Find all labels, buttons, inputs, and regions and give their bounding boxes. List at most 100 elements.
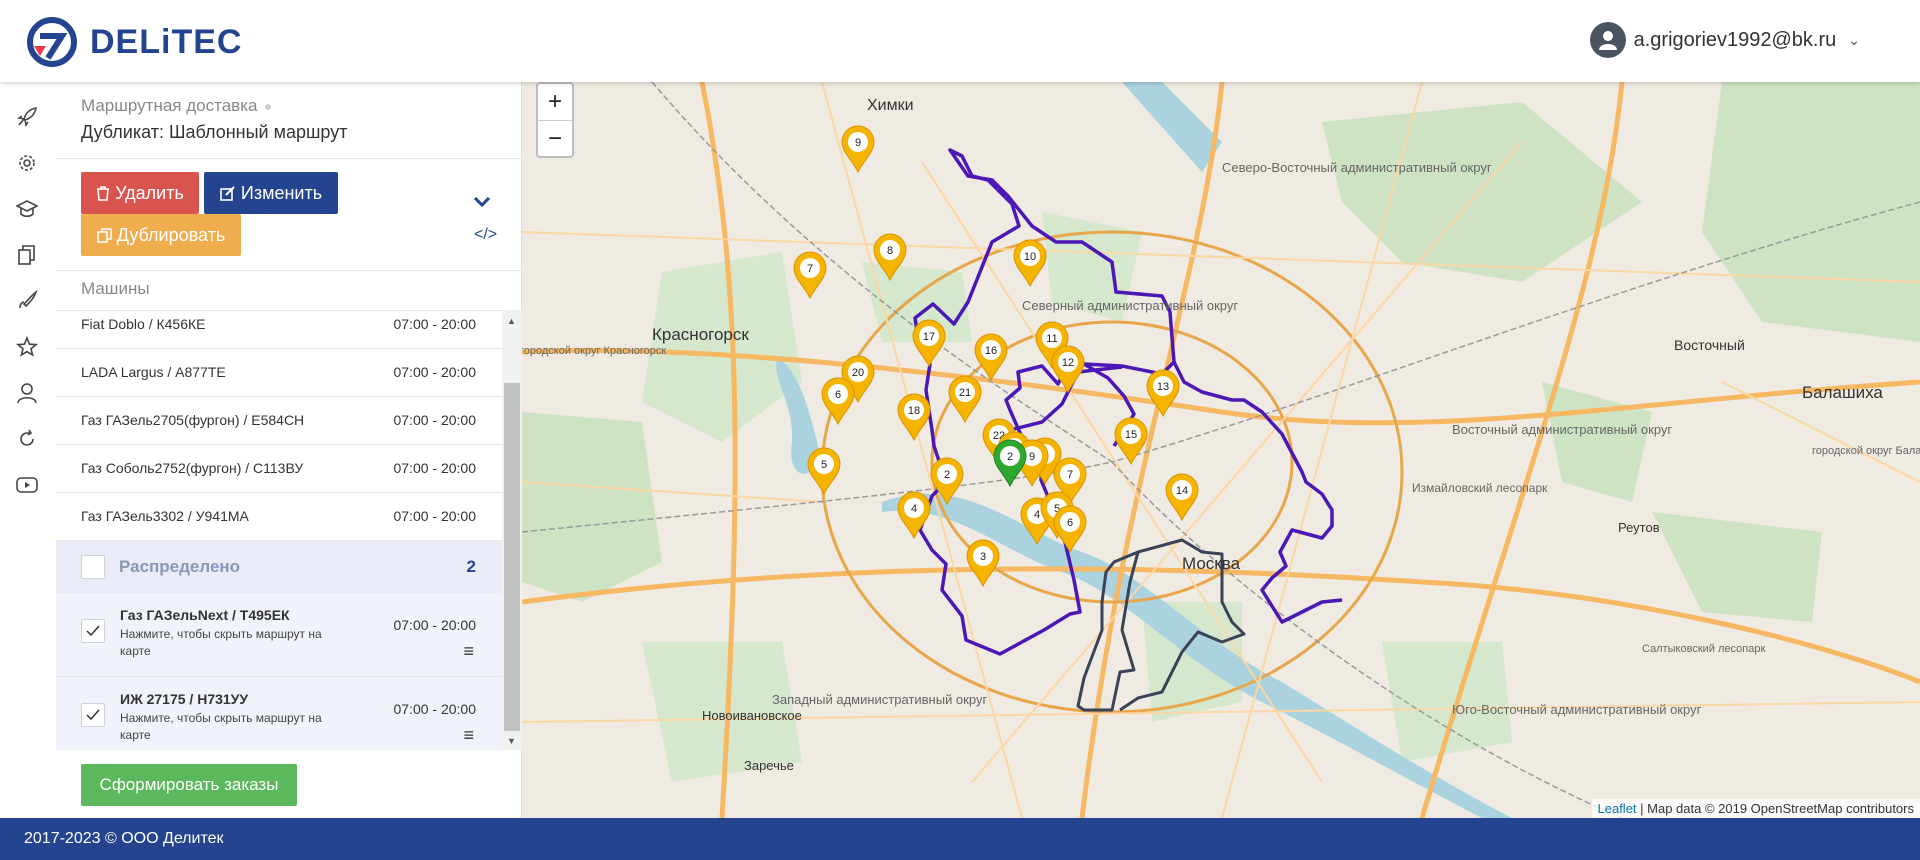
assigned-vehicle-row[interactable]: ИЖ 27175 / Н731УУ Нажмите, чтобы скрыть … — [56, 677, 502, 750]
group-checkbox[interactable] — [81, 555, 105, 579]
user-support-icon[interactable] — [14, 380, 40, 406]
hamburger-icon[interactable]: ≡ — [463, 641, 474, 662]
divider — [56, 270, 522, 271]
check-icon — [86, 709, 100, 721]
route-panel: Маршрутная доставка Дубликат: Шаблонный … — [56, 82, 522, 818]
map-canvas[interactable]: Химки Красногорск Северо-Восточный админ… — [522, 82, 1920, 818]
vehicle-list: Fiat Doblo / К456КЕ 07:00 - 20:00 LADA L… — [56, 310, 522, 750]
breadcrumb[interactable]: Маршрутная доставка — [81, 96, 272, 116]
vehicle-checkbox[interactable] — [81, 619, 105, 643]
hamburger-icon[interactable]: ≡ — [463, 725, 474, 746]
chevron-down-icon[interactable] — [473, 194, 491, 212]
user-menu[interactable]: a.grigoriev1992@bk.ru ⌄ — [1589, 22, 1860, 58]
marker-label: 7 — [1067, 469, 1073, 481]
machines-label: Машины — [81, 279, 150, 298]
marker-label: 18 — [908, 405, 920, 417]
scroll-thumb[interactable] — [504, 383, 520, 731]
star-icon[interactable] — [14, 334, 40, 360]
map-attribution: Leaflet | Map data © 2019 OpenStreetMap … — [1591, 799, 1920, 818]
vehicle-checkbox[interactable] — [81, 703, 105, 727]
marker-label: 20 — [852, 367, 864, 379]
map-label: Северо-Восточный административный округ — [1222, 160, 1492, 175]
marker-label: 9 — [1029, 451, 1035, 463]
leaflet-link[interactable]: Leaflet — [1598, 801, 1637, 816]
check-icon — [86, 625, 100, 637]
marker-label: 14 — [1176, 485, 1188, 497]
edit-button[interactable]: Изменить — [204, 172, 338, 214]
map-label: Северный административный округ — [1022, 298, 1238, 313]
group-count: 2 — [466, 557, 476, 576]
map-label: Измайловский лесопарк — [1412, 481, 1548, 495]
map-label: Балашиха — [1802, 383, 1883, 402]
form-orders-button[interactable]: Сформировать заказы — [81, 764, 297, 806]
youtube-icon[interactable] — [14, 472, 40, 498]
assigned-vehicle-row[interactable]: Газ ГАЗельNext / Т495ЕК Нажмите, чтобы с… — [56, 593, 502, 677]
rocket-icon[interactable] — [14, 104, 40, 130]
vehicle-row[interactable]: Газ Соболь2752(фургон) / С113ВУ 07:00 - … — [56, 445, 502, 493]
icon-rail — [0, 82, 56, 818]
marker-label: 4 — [1034, 509, 1040, 521]
marker-label: 2 — [944, 469, 950, 481]
logo-icon — [27, 17, 77, 67]
map-label: Красногорск — [652, 325, 749, 344]
map[interactable]: Химки Красногорск Северо-Восточный админ… — [522, 82, 1920, 818]
divider — [56, 158, 522, 159]
marker-label: 8 — [887, 245, 893, 257]
duplicate-button[interactable]: Дублировать — [81, 214, 241, 256]
vehicle-row[interactable]: Газ ГАЗель3302 / У941МА 07:00 - 20:00 — [56, 493, 502, 541]
delete-button[interactable]: Удалить — [81, 172, 199, 214]
vehicle-row[interactable]: LADA Largus / А877ТЕ 07:00 - 20:00 — [56, 349, 502, 397]
map-label: Западный административный округ — [772, 692, 987, 707]
user-email: a.grigoriev1992@bk.ru — [1633, 28, 1837, 51]
map-label: городской округ Красногорск — [522, 345, 666, 357]
trash-icon — [97, 185, 110, 201]
map-label: Москва — [1182, 554, 1241, 573]
marker-label: 12 — [1062, 357, 1074, 369]
marker-label: 7 — [807, 263, 813, 275]
marker-label: 11 — [1046, 333, 1057, 345]
map-label: Новоивановское — [702, 708, 802, 723]
graduation-cap-icon[interactable] — [14, 196, 40, 222]
page-title: Дубликат: Шаблонный маршрут — [81, 122, 348, 142]
marker-label: 4 — [911, 503, 917, 515]
map-label: Заречье — [744, 758, 794, 773]
marker-label: 10 — [1024, 251, 1036, 263]
gear-icon[interactable] — [14, 150, 40, 176]
map-label: Салтыковский лесопарк — [1642, 643, 1765, 655]
code-icon[interactable]: </> — [474, 226, 497, 244]
zoom-out-button[interactable]: − — [538, 120, 572, 156]
scroll-down-arrow-icon[interactable]: ▼ — [507, 736, 516, 746]
marker-label: 15 — [1125, 429, 1137, 441]
logo[interactable]: DELiTEC — [26, 16, 242, 68]
distributed-group-header[interactable]: Распределено 2 — [56, 541, 502, 593]
marker-label: 6 — [1067, 517, 1073, 529]
marker-label: 17 — [923, 331, 935, 343]
map-label: Восточный административный округ — [1452, 422, 1672, 437]
marker-label: 13 — [1157, 381, 1169, 393]
vehicle-row[interactable]: Газ ГАЗель2705(фургон) / Е584СН 07:00 - … — [56, 397, 502, 445]
brand-name: DELiTEC — [90, 22, 243, 61]
rocket-launch-icon[interactable] — [14, 288, 40, 314]
marker-label: 21 — [959, 387, 971, 399]
map-label: Юго-Восточный административный округ — [1452, 702, 1702, 717]
edit-icon — [220, 185, 235, 201]
vehicle-row[interactable]: Fiat Doblo / К456КЕ 07:00 - 20:00 — [56, 311, 502, 349]
map-label: городской округ Балашиха — [1812, 445, 1920, 457]
chevron-down-icon: ⌄ — [1848, 31, 1860, 48]
documents-icon[interactable] — [14, 242, 40, 268]
top-bar: DELiTEC a.grigoriev1992@bk.ru ⌄ — [0, 0, 1920, 82]
marker-label: 3 — [980, 551, 986, 563]
marker-label: 6 — [835, 389, 841, 401]
scroll-up-arrow-icon[interactable]: ▲ — [507, 316, 516, 326]
map-label: Реутов — [1618, 520, 1660, 535]
marker-label: 5 — [821, 459, 827, 471]
scrollbar[interactable]: ▲ ▼ — [502, 310, 522, 750]
user-avatar-icon — [1589, 22, 1626, 58]
refresh-icon[interactable] — [14, 426, 40, 452]
footer: 2017-2023 © ООО Делитек — [0, 818, 1920, 860]
marker-label: 2 — [1007, 451, 1013, 463]
copy-icon — [97, 227, 112, 243]
zoom-in-button[interactable]: + — [538, 84, 572, 120]
map-label: Химки — [867, 97, 914, 114]
marker-label: 16 — [985, 345, 997, 357]
